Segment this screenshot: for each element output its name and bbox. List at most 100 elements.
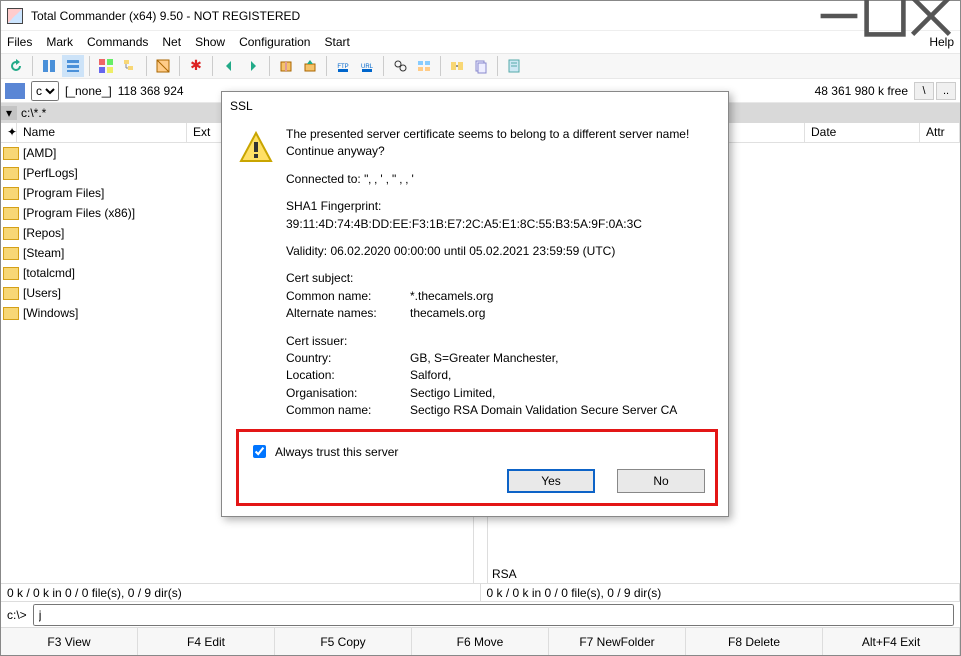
sha-value: 39:11:4D:74:4B:DD:EE:F3:1B:E7:2C:A5:E1:8… <box>286 216 689 233</box>
thumbnails-icon[interactable] <box>95 55 117 77</box>
folder-icon <box>3 307 19 320</box>
f8-delete-button[interactable]: F8 Delete <box>686 628 823 655</box>
validity: Validity: 06.02.2020 00:00:00 until 05.0… <box>286 243 689 260</box>
ssl-dialog: SSL The presented server certificate see… <box>221 91 729 517</box>
menu-help[interactable]: Help <box>929 35 954 49</box>
f5-copy-button[interactable]: F5 Copy <box>275 628 412 655</box>
col-date[interactable]: Date <box>805 123 920 142</box>
drive-select[interactable]: c <box>31 81 59 101</box>
command-prompt: c:\> <box>7 608 27 622</box>
window-title: Total Commander (x64) 9.50 - NOT REGISTE… <box>31 9 816 23</box>
warning-icon <box>238 130 274 419</box>
highlighted-trust-region: Always trust this server Yes No <box>236 429 718 506</box>
minimize-button[interactable] <box>816 2 862 30</box>
menu-files[interactable]: Files <box>7 35 32 49</box>
menu-net[interactable]: Net <box>162 35 181 49</box>
always-trust-checkbox[interactable] <box>253 445 266 458</box>
yes-button[interactable]: Yes <box>507 469 595 493</box>
folder-icon <box>3 207 19 220</box>
unpack-icon[interactable] <box>299 55 321 77</box>
drive-root-button[interactable]: \ <box>914 82 934 100</box>
col-name[interactable]: Name <box>17 123 187 142</box>
app-icon <box>7 8 23 24</box>
f6-move-button[interactable]: F6 Move <box>412 628 549 655</box>
folder-icon <box>3 227 19 240</box>
iss-c-value: GB, S=Greater Manchester, <box>410 350 558 367</box>
tree-icon[interactable] <box>119 55 141 77</box>
sha-label: SHA1 Fingerprint: <box>286 198 689 215</box>
connected-value: "‚ ‚ ' ‚ " ‚ ‚ ' <box>364 172 414 186</box>
pack-icon[interactable] <box>275 55 297 77</box>
menubar: Files Mark Commands Net Show Configurati… <box>1 31 960 53</box>
subj-an-value: thecamels.org <box>410 305 485 322</box>
iss-c-label: Country: <box>286 350 410 367</box>
folder-icon <box>3 267 19 280</box>
iss-l-label: Location: <box>286 367 410 384</box>
col-ext-right[interactable] <box>765 123 805 142</box>
iss-o-value: Sectigo Limited, <box>410 385 495 402</box>
status-right: 0 k / 0 k in 0 / 0 file(s), 0 / 9 dir(s) <box>481 584 961 601</box>
multirename-icon[interactable] <box>413 55 435 77</box>
folder-icon <box>3 247 19 260</box>
connected-label: Connected to: <box>286 172 364 186</box>
url-icon[interactable]: URL <box>356 55 378 77</box>
no-button[interactable]: No <box>617 469 705 493</box>
copy-names-icon[interactable] <box>470 55 492 77</box>
drive-size-right: 48 361 980 k free <box>815 84 908 98</box>
sort-indicator[interactable]: ✦ <box>1 123 17 142</box>
menu-show[interactable]: Show <box>195 35 225 49</box>
f3-view-button[interactable]: F3 View <box>1 628 138 655</box>
menu-start[interactable]: Start <box>324 35 349 49</box>
iss-cn-label: Common name: <box>286 402 410 419</box>
function-bar: F3 View F4 Edit F5 Copy F6 Move F7 NewFo… <box>1 627 960 655</box>
notepad-icon[interactable] <box>503 55 525 77</box>
iss-l-value: Salford, <box>410 367 451 384</box>
menu-configuration[interactable]: Configuration <box>239 35 310 49</box>
titlebar: Total Commander (x64) 9.50 - NOT REGISTE… <box>1 1 960 31</box>
forward-icon[interactable] <box>242 55 264 77</box>
command-bar: c:\> <box>1 601 960 627</box>
menu-commands[interactable]: Commands <box>87 35 148 49</box>
close-button[interactable] <box>908 2 954 30</box>
drive-label: [_none_] <box>65 84 112 98</box>
stop-icon[interactable]: ✱ <box>185 55 207 77</box>
view-full-icon[interactable] <box>62 55 84 77</box>
subj-an-label: Alternate names: <box>286 305 410 322</box>
drive-updir-button[interactable]: .. <box>936 82 956 100</box>
menu-mark[interactable]: Mark <box>46 35 73 49</box>
cert-issuer-header: Cert issuer: <box>286 333 689 350</box>
invert-selection-icon[interactable] <box>152 55 174 77</box>
dialog-title: SSL <box>222 92 728 120</box>
drive-size-left: 118 368 924 <box>118 84 184 98</box>
current-path: c:\*.* <box>17 106 50 120</box>
folder-icon <box>3 187 19 200</box>
always-trust-label: Always trust this server <box>275 445 398 459</box>
folder-icon <box>3 167 19 180</box>
cert-subject-header: Cert subject: <box>286 270 689 287</box>
subj-cn-label: Common name: <box>286 288 410 305</box>
folder-icon <box>3 287 19 300</box>
back-icon[interactable] <box>218 55 240 77</box>
drive-icon <box>5 83 25 99</box>
toolbar: ✱ FTP URL <box>1 53 960 79</box>
f7-newfolder-button[interactable]: F7 NewFolder <box>549 628 686 655</box>
subj-cn-value: *.thecamels.org <box>410 288 493 305</box>
path-dropdown-icon[interactable]: ▾ <box>1 106 17 120</box>
col-attr[interactable]: Attr <box>920 123 960 142</box>
search-icon[interactable] <box>389 55 411 77</box>
folder-icon <box>3 147 19 160</box>
status-bar: 0 k / 0 k in 0 / 0 file(s), 0 / 9 dir(s)… <box>1 583 960 601</box>
dialog-warn1: The presented server certificate seems t… <box>286 126 689 143</box>
altf4-exit-button[interactable]: Alt+F4 Exit <box>823 628 960 655</box>
maximize-button[interactable] <box>862 2 908 30</box>
view-brief-icon[interactable] <box>38 55 60 77</box>
command-input[interactable] <box>33 604 954 626</box>
dialog-warn2: Continue anyway? <box>286 143 689 160</box>
refresh-icon[interactable] <box>5 55 27 77</box>
f4-edit-button[interactable]: F4 Edit <box>138 628 275 655</box>
ftp-icon[interactable]: FTP <box>332 55 354 77</box>
svg-text:✱: ✱ <box>190 58 202 73</box>
sync-icon[interactable] <box>446 55 468 77</box>
right-tail-text: RSA <box>488 565 960 583</box>
status-left: 0 k / 0 k in 0 / 0 file(s), 0 / 9 dir(s) <box>1 584 481 601</box>
